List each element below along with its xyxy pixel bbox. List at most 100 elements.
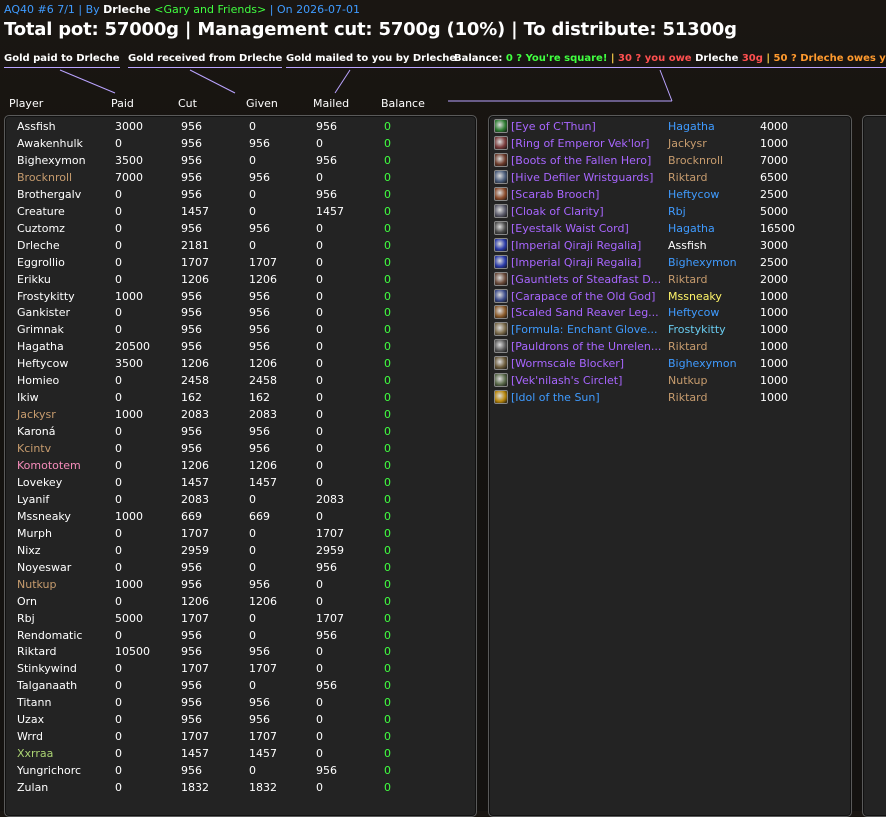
player-paid: 0: [115, 272, 122, 286]
loot-item-link[interactable]: [Boots of the Fallen Hero]: [511, 154, 651, 167]
player-mailed: 0: [316, 459, 323, 472]
player-cut: 956: [181, 442, 202, 456]
player-cut: 2181: [181, 238, 209, 252]
cloak-icon: [494, 203, 508, 218]
player-balance: 0: [384, 594, 391, 608]
side-panel: [862, 115, 886, 817]
loot-item-link[interactable]: [Idol of the Sun]: [511, 391, 600, 404]
player-name: Ikiw: [17, 391, 39, 405]
player-mailed: 0: [316, 781, 323, 795]
player-paid: 1000: [115, 408, 143, 422]
player-balance: 0: [384, 238, 391, 252]
player-name: Bighexymon: [17, 153, 86, 167]
loot-amount: 1000: [760, 289, 788, 303]
player-cut: 1457: [181, 475, 209, 489]
player-mailed: 0: [316, 221, 323, 235]
player-mailed: 956: [316, 153, 337, 167]
player-balance: 0: [384, 289, 391, 303]
player-given: 0: [249, 204, 256, 218]
player-balance: 0: [384, 662, 391, 676]
player-name: Frostykitty: [17, 289, 75, 303]
player-name: Rbj: [17, 611, 35, 625]
player-balance: 0: [384, 120, 391, 133]
player-given: 2083: [249, 408, 277, 422]
player-given: 1457: [249, 747, 277, 761]
player-name: Lyanif: [17, 492, 50, 506]
loot-amount: 2500: [760, 187, 788, 201]
player-paid: 0: [115, 730, 122, 744]
loot-winner: Bighexymon: [668, 357, 737, 371]
player-paid: 5000: [115, 611, 143, 625]
player-paid: 0: [115, 475, 122, 489]
player-given: 0: [249, 120, 256, 133]
player-mailed: 0: [316, 272, 323, 286]
loot-item-link[interactable]: [Ring of Emperor Vek'lor]: [511, 137, 649, 150]
player-mailed: 0: [316, 696, 323, 710]
player-mailed: 0: [316, 713, 323, 727]
loot-item-link[interactable]: [Scaled Sand Reaver Leg...: [511, 306, 659, 319]
player-paid: 0: [115, 628, 122, 642]
player-balance: 0: [384, 730, 391, 744]
col-cut[interactable]: Cut: [178, 97, 197, 110]
player-mailed: 2959: [316, 543, 344, 557]
loot-item-link[interactable]: [Imperial Qiraji Regalia]: [511, 256, 641, 269]
player-name: Komototem: [17, 459, 81, 472]
player-given: 0: [249, 628, 256, 642]
player-name: Lovekey: [17, 475, 63, 489]
player-name: Awakenhulk: [17, 136, 83, 150]
loot-item-link[interactable]: [Wormscale Blocker]: [511, 357, 624, 370]
loot-item-link[interactable]: [Eye of C'Thun]: [511, 120, 596, 133]
player-cut: 956: [181, 577, 202, 591]
loot-item-link[interactable]: [Gauntlets of Steadfast D...: [511, 273, 661, 286]
loot-winner: Brocknroll: [668, 153, 724, 167]
col-paid[interactable]: Paid: [111, 97, 134, 110]
player-paid: 1000: [115, 509, 143, 523]
loot-item-link[interactable]: [Vek'nilash's Circlet]: [511, 374, 622, 387]
col-given[interactable]: Given: [246, 97, 278, 110]
player-given: 956: [249, 577, 270, 591]
player-name: Noyeswar: [17, 560, 72, 574]
by-label: By: [85, 3, 100, 16]
pot-summary: Total pot: 57000g | Management cut: 5700…: [4, 19, 737, 40]
player-given: 1707: [249, 662, 277, 676]
loot-winner: Bighexymon: [668, 255, 737, 269]
circlet-icon: [494, 373, 508, 388]
player-mailed: 0: [316, 577, 323, 591]
player-balance: 0: [384, 781, 391, 795]
col-balance[interactable]: Balance: [381, 97, 425, 110]
loot-amount: 1000: [760, 136, 788, 150]
loot-item-link[interactable]: [Imperial Qiraji Regalia]: [511, 239, 641, 252]
col-player[interactable]: Player: [9, 97, 43, 110]
wristguards-icon: [494, 169, 508, 184]
player-balance: 0: [384, 696, 391, 710]
leggings-icon: [494, 305, 508, 320]
loot-amount: 16500: [760, 221, 795, 235]
player-given: 0: [249, 764, 256, 778]
player-balance: 0: [384, 577, 391, 591]
loot-item-link[interactable]: [Eyestalk Waist Cord]: [511, 222, 629, 235]
player-mailed: 0: [316, 747, 323, 761]
player-cut: 2458: [181, 374, 209, 388]
player-given: 0: [249, 543, 256, 557]
loot-winner: Riktard: [668, 272, 708, 286]
loot-item-link[interactable]: [Pauldrons of the Unrelen...: [511, 340, 661, 353]
loot-item-link[interactable]: [Cloak of Clarity]: [511, 205, 604, 218]
player-paid: 20500: [115, 340, 150, 354]
loot-item-link[interactable]: [Formula: Enchant Glove...: [511, 323, 658, 336]
player-cut: 2083: [181, 492, 209, 506]
player-cut: 2959: [181, 543, 209, 557]
player-balance: 0: [384, 357, 391, 371]
gauntlets-icon: [494, 271, 508, 286]
player-mailed: 956: [316, 120, 337, 133]
loot-item-link[interactable]: [Carapace of the Old God]: [511, 290, 655, 303]
player-mailed: 0: [316, 594, 323, 608]
loot-item-link[interactable]: [Hive Defiler Wristguards]: [511, 171, 653, 184]
loot-amount: 1000: [760, 306, 788, 320]
loot-item-link[interactable]: [Scarab Brooch]: [511, 188, 599, 201]
player-paid: 0: [115, 187, 122, 201]
player-name: Jackysr: [17, 408, 56, 422]
col-mailed[interactable]: Mailed: [313, 97, 349, 110]
loot-winner: Rbj: [668, 204, 686, 218]
player-name: Uzax: [17, 713, 45, 727]
player-name: Homieo: [17, 374, 60, 388]
